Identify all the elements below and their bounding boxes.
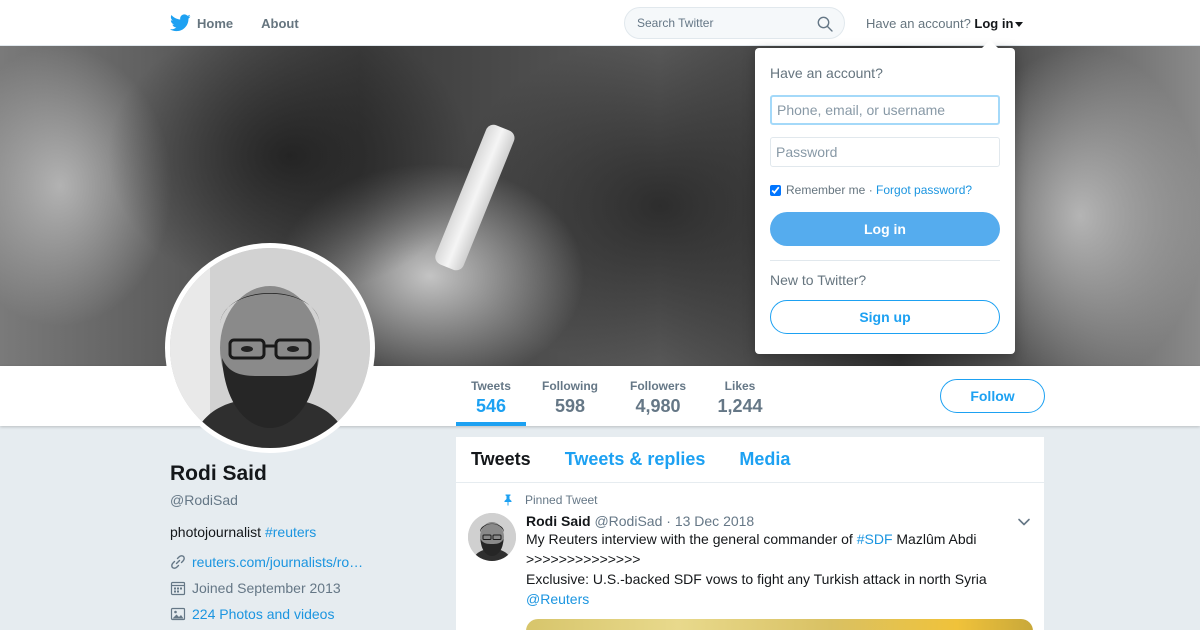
caret-down-icon (1015, 22, 1024, 28)
remember-me-row: Remember me · Forgot password? (770, 183, 972, 197)
tab-media[interactable]: Media (739, 449, 790, 470)
login-button[interactable]: Log in (770, 212, 1000, 246)
tweet-line-1: My Reuters interview with the general co… (526, 529, 1036, 549)
tweet-mention-link[interactable]: @Reuters (526, 591, 589, 607)
profile-bio: photojournalist #reuters (170, 524, 430, 540)
nav-links: Home About (170, 0, 327, 46)
password-field[interactable] (770, 137, 1000, 167)
nav-about-label: About (261, 15, 299, 31)
tweet-author-handle[interactable]: @RodiSad (594, 513, 662, 529)
new-to-twitter-text: New to Twitter? (770, 272, 867, 288)
tweet-line-2: >>>>>>>>>>>>>> (526, 551, 641, 567)
pinned-text: Pinned Tweet (525, 493, 598, 507)
tweet-header-separator: · (666, 513, 671, 529)
search-box (624, 7, 845, 39)
profile-media-link[interactable]: 224 Photos and videos (192, 606, 334, 622)
remember-separator: · (865, 183, 877, 197)
tweet-hashtag-link[interactable]: #SDF (857, 531, 893, 547)
calendar-icon (170, 581, 186, 596)
profile-avatar[interactable] (165, 243, 375, 453)
follow-button[interactable]: Follow (940, 379, 1045, 413)
bio-text: photojournalist (170, 524, 262, 540)
stat-followers-label: Followers (629, 379, 686, 393)
stat-followers-value: 4,980 (635, 396, 681, 416)
search-icon[interactable] (817, 16, 833, 32)
banner-photo-detail (432, 122, 517, 273)
profile-joined-date: Joined September 2013 (192, 580, 341, 596)
tweet-line-1-end: Mazlûm Abdi (892, 531, 977, 547)
stat-likes-value: 1,244 (717, 396, 763, 416)
tweet-date[interactable]: 13 Dec 2018 (675, 513, 754, 529)
top-navigation-bar: Home About Have an account? Log in (0, 0, 1200, 46)
tweet-body: Rodi Said @RodiSad · 13 Dec 2018 My Reut… (526, 513, 1036, 609)
account-prompt: Have an account? Log in (866, 16, 1024, 31)
link-icon (171, 555, 185, 569)
profile-media-row: 224 Photos and videos (170, 606, 430, 622)
login-dropdown-heading: Have an account? (770, 65, 883, 81)
timeline-tabs: Tweets Tweets & replies Media (456, 437, 1044, 483)
tweet-line-3: Exclusive: U.S.-backed SDF vows to fight… (526, 571, 987, 587)
twitter-bird-icon (170, 14, 191, 32)
chevron-down-icon[interactable] (1017, 515, 1031, 529)
tweet-author-name[interactable]: Rodi Said (526, 513, 591, 529)
tweet-header: Rodi Said @RodiSad · 13 Dec 2018 (526, 513, 1036, 529)
stat-following[interactable]: Following 598 (538, 366, 602, 426)
stat-likes-label: Likes (724, 379, 756, 393)
profile-card: Rodi Said @RodiSad photojournalist #reut… (170, 462, 430, 622)
stat-followers[interactable]: Followers 4,980 (624, 366, 692, 426)
timeline: Tweets Tweets & replies Media Pinned Twe… (456, 437, 1044, 630)
stat-tweets-value: 546 (475, 396, 507, 416)
profile-website-link[interactable]: reuters.com/journalists/ro… (192, 554, 363, 570)
forgot-password-link[interactable]: Forgot password? (876, 183, 972, 197)
bio-hashtag-link[interactable]: #reuters (265, 524, 316, 540)
tweet-avatar-portrait (468, 513, 516, 561)
pinned-tweet-label: Pinned Tweet (502, 493, 598, 507)
profile-handle[interactable]: @RodiSad (170, 492, 430, 508)
tab-tweets[interactable]: Tweets (471, 449, 531, 470)
image-icon (170, 607, 186, 621)
login-dropdown-toggle[interactable]: Log in (974, 16, 1024, 31)
signup-button[interactable]: Sign up (770, 300, 1000, 334)
login-dropdown: Have an account? Remember me · Forgot pa… (755, 40, 1015, 354)
avatar-portrait (170, 248, 370, 448)
stat-likes[interactable]: Likes 1,244 (712, 366, 768, 426)
tweet-line-1-start: My Reuters interview with the general co… (526, 531, 857, 547)
tweet-author-avatar[interactable] (468, 513, 516, 561)
nav-home-link[interactable]: Home (170, 14, 233, 32)
stat-following-label: Following (542, 379, 598, 393)
tab-tweets-and-replies[interactable]: Tweets & replies (565, 449, 706, 470)
login-toggle-label: Log in (974, 16, 1014, 31)
login-dropdown-divider (770, 260, 1000, 261)
nav-home-label: Home (197, 15, 234, 31)
pin-icon (504, 494, 512, 506)
stat-following-value: 598 (554, 396, 586, 416)
profile-name[interactable]: Rodi Said (170, 462, 430, 486)
pinned-tweet[interactable]: Pinned Tweet Rodi Said @RodiSad · 13 Dec… (456, 483, 1044, 630)
remember-me-label: Remember me (786, 183, 866, 197)
profile-website-row: reuters.com/journalists/ro… (170, 554, 430, 570)
stat-tweets[interactable]: Tweets 546 (456, 366, 526, 426)
remember-me-checkbox[interactable] (770, 184, 781, 196)
stat-tweets-label: Tweets (471, 379, 511, 393)
account-prompt-text: Have an account? (866, 16, 971, 31)
profile-joined-row: Joined September 2013 (170, 580, 430, 596)
nav-about-link[interactable]: About (261, 16, 299, 31)
tweet-media-preview[interactable] (526, 619, 1033, 630)
search-input[interactable] (625, 8, 805, 38)
tweet-text: My Reuters interview with the general co… (526, 529, 1036, 609)
username-field[interactable] (770, 95, 1000, 125)
